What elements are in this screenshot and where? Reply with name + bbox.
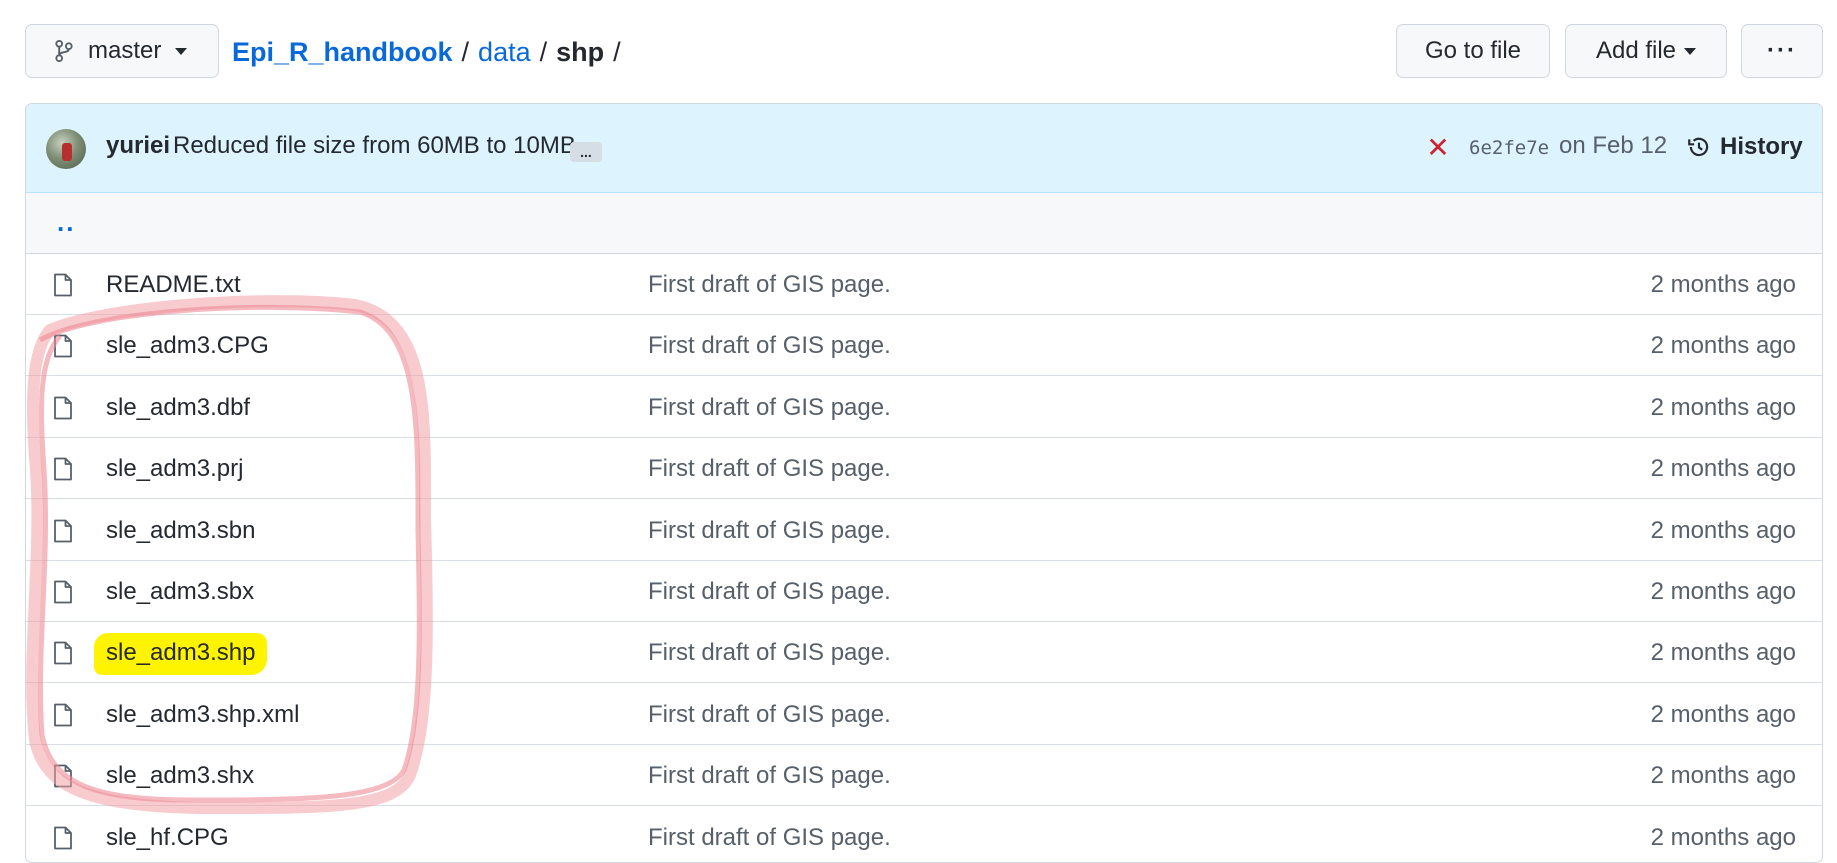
file-age: 2 months ago [1650,332,1796,360]
branch-label: master [88,37,162,64]
latest-commit-bar: yuriei Reduced file size from 60MB to 10… [26,104,1822,193]
breadcrumb-separator: / [539,36,548,67]
file-age: 2 months ago [1650,823,1796,851]
file-name-link[interactable]: sle_adm3.shp [94,633,268,676]
file-age: 2 months ago [1650,762,1796,790]
file-row[interactable]: README.txt First draft of GIS page. 2 mont… [26,254,1822,315]
file-icon [53,764,73,788]
commit-message-link[interactable]: Reduced file size from 60MB to 10MB [173,132,576,160]
file-icon [53,396,73,420]
go-to-file-button[interactable]: Go to file [1396,24,1550,78]
file-name-link[interactable]: sle_adm3.dbf [106,394,250,422]
history-icon [1688,137,1709,157]
chevron-down-icon [175,47,188,55]
file-commit-message-link[interactable]: First draft of GIS page. [648,701,891,729]
file-commit-message-link[interactable]: First draft of GIS page. [648,455,891,483]
commit-author-link[interactable]: yuriei [106,132,170,160]
file-age: 2 months ago [1650,700,1796,728]
breadcrumb-folder-link[interactable]: data [478,37,531,68]
commit-date: on Feb 12 [1559,132,1668,159]
history-label: History [1720,133,1803,160]
file-row[interactable]: sle_adm3.prj First draft of GIS page. 2 mo… [26,438,1822,500]
file-name-link[interactable]: sle_adm3.shp.xml [106,701,299,729]
file-name-link[interactable]: sle_adm3.prj [106,455,243,483]
breadcrumb-separator: / [613,36,621,67]
file-age: 2 months ago [1650,455,1796,483]
file-commit-message-link[interactable]: First draft of GIS page. [648,517,891,545]
file-icon [53,334,73,358]
parent-directory-link[interactable]: .. [57,207,75,238]
commit-sha-link[interactable]: 6e2fe7e [1469,137,1549,159]
file-name-link[interactable]: sle_adm3.CPG [106,332,269,360]
more-options-button[interactable]: ··· [1741,24,1823,78]
file-name-link[interactable]: sle_adm3.sbn [106,517,255,545]
git-branch-icon [55,39,73,63]
file-row[interactable]: sle_adm3.shp First draft of GIS page. 2 mo… [26,622,1822,684]
file-commit-message-link[interactable]: First draft of GIS page. [648,762,891,790]
add-file-button[interactable]: Add file [1565,24,1727,78]
file-icon [53,703,73,727]
file-commit-message-link[interactable]: First draft of GIS page. [648,824,891,852]
file-table: yuriei Reduced file size from 60MB to 10… [25,103,1823,863]
kebab-horizontal-icon: ··· [1767,37,1797,64]
file-icon [53,826,73,850]
check-failed-icon[interactable]: ✕ [1426,133,1450,163]
add-file-label: Add file [1595,37,1677,64]
file-commit-message-link[interactable]: First draft of GIS page. [648,639,891,667]
file-commit-message-link[interactable]: First draft of GIS page. [648,394,891,422]
breadcrumb-separator: / [461,36,470,67]
file-icon [53,641,73,665]
file-row[interactable]: sle_adm3.CPG First draft of GIS page. 2 mo… [26,315,1822,377]
file-age: 2 months ago [1650,271,1796,298]
file-row[interactable]: sle_adm3.sbx First draft of GIS page. 2 mo… [26,561,1822,622]
file-age: 2 months ago [1650,516,1796,544]
file-commit-message-link[interactable]: First draft of GIS page. [648,578,891,606]
file-name-link[interactable]: sle_adm3.shx [106,762,254,790]
breadcrumb-current: shp [556,36,605,67]
file-row[interactable]: sle_adm3.shp.xml First draft of GIS page.… [26,684,1822,745]
file-row[interactable]: sle_adm3.dbf First draft of GIS page. 2 mo… [26,377,1822,438]
chevron-down-icon [1684,47,1697,55]
branch-select-button[interactable]: master [25,24,219,78]
file-commit-message-link[interactable]: First draft of GIS page. [648,271,891,299]
file-name-link[interactable]: README.txt [106,271,241,299]
avatar[interactable] [46,129,86,169]
file-name-link[interactable]: sle_hf.CPG [106,824,229,852]
file-icon [53,580,73,604]
parent-directory-row[interactable]: .. [26,193,1822,254]
breadcrumb-repo-link[interactable]: Epi_R_handbook [232,37,453,68]
file-row[interactable]: sle_adm3.sbn First draft of GIS page. 2 mo… [26,500,1822,561]
breadcrumb: Epi_R_handbook / data / shp / [232,32,630,72]
file-age: 2 months ago [1650,639,1796,667]
file-age: 2 months ago [1650,578,1796,605]
file-icon [53,457,73,481]
file-icon [53,273,73,297]
history-link[interactable]: History [1686,129,1803,165]
file-row[interactable]: sle_adm3.shx First draft of GIS page. 2 mo… [26,745,1822,807]
file-age: 2 months ago [1650,393,1796,421]
file-commit-message-link[interactable]: First draft of GIS page. [648,332,891,360]
commit-expand-button[interactable]: ... [570,142,602,162]
file-row[interactable]: sle_hf.CPG First draft of GIS page. 2 mont… [26,807,1822,862]
file-name-link[interactable]: sle_adm3.sbx [106,578,254,606]
file-icon [53,519,73,543]
